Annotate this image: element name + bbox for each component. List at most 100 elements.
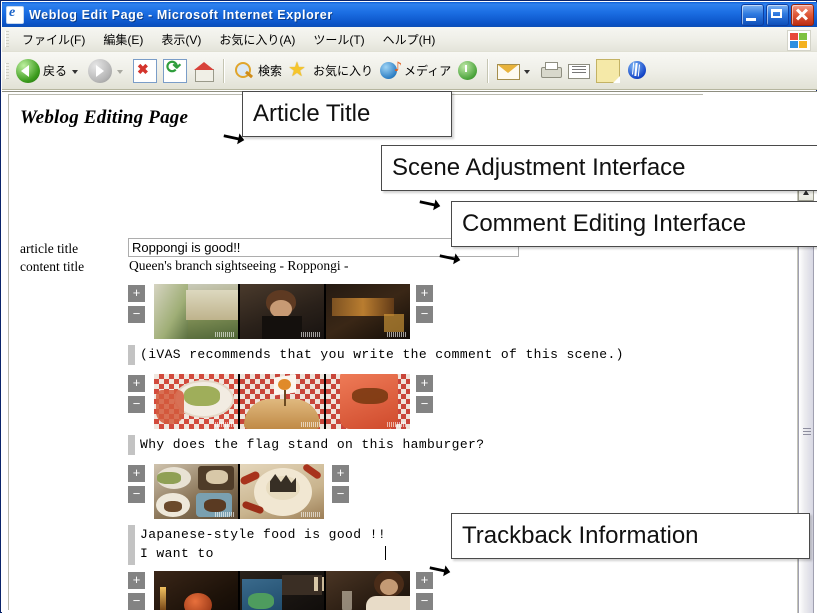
scene-3-plus-left[interactable]: + (128, 465, 145, 482)
frame-noodle-bowl[interactable] (240, 464, 324, 519)
menu-bar: ファイル(F) 編集(E) 表示(V) お気に入り(A) ツール(T) ヘルプ(… (2, 27, 817, 52)
frame-candle-bar[interactable] (154, 571, 240, 610)
scene-1-plus-right[interactable]: + (416, 285, 433, 302)
title-bar: Weblog Edit Page - Microsoft Internet Ex… (2, 2, 817, 27)
menu-tools[interactable]: ツール(T) (304, 28, 373, 51)
print-button[interactable] (540, 60, 563, 82)
close-button[interactable] (791, 4, 814, 26)
frame-screen-shelf[interactable] (240, 571, 326, 610)
chevron-down-icon[interactable] (72, 69, 79, 74)
refresh-icon (163, 57, 188, 83)
scene-1-minus-left[interactable]: − (128, 306, 145, 323)
menu-favorites[interactable]: お気に入り(A) (210, 28, 304, 51)
edit-button[interactable] (568, 60, 591, 82)
comment-bar (128, 525, 135, 565)
menu-file[interactable]: ファイル(F) (13, 28, 94, 51)
scene-3-comment[interactable]: Japanese-style food is good !! I want to (140, 525, 386, 563)
scene-2-filmstrip[interactable] (154, 374, 410, 429)
menu-view[interactable]: 表示(V) (152, 28, 210, 51)
watermark-icon (387, 332, 407, 337)
scene-2-comment[interactable]: Why does the flag stand on this hamburge… (140, 435, 484, 454)
chevron-down-icon-forward[interactable] (117, 69, 124, 74)
scene-4: + − + − (128, 571, 548, 610)
watermark-icon (301, 512, 321, 517)
frame-woman-indoor[interactable] (240, 284, 326, 339)
frame-dark-interior[interactable] (326, 284, 410, 339)
back-button[interactable]: 戻る (16, 58, 82, 83)
note-icon (596, 58, 621, 83)
scene-4-plus-left[interactable]: + (128, 572, 145, 589)
search-icon (233, 60, 255, 82)
forward-icon (88, 58, 113, 83)
frame-plate-checker[interactable] (154, 374, 240, 429)
minimize-button[interactable] (741, 4, 764, 26)
watermark-icon (215, 512, 235, 517)
scene-1-comment[interactable]: (iVAS recommends that you write the comm… (140, 345, 624, 364)
browser-window: Weblog Edit Page - Microsoft Internet Ex… (0, 0, 817, 613)
scene-1-comment-row[interactable]: (iVAS recommends that you write the comm… (128, 345, 624, 365)
scene-2-plus-left[interactable]: + (128, 375, 145, 392)
favorites-star-icon (288, 57, 310, 82)
refresh-button[interactable] (163, 57, 188, 83)
comment-bar (128, 345, 135, 365)
watermark-icon (387, 422, 407, 427)
comment-bar (128, 435, 135, 455)
search-button[interactable]: 検索 (233, 60, 282, 82)
history-button[interactable] (457, 60, 479, 82)
stop-button[interactable] (133, 58, 158, 83)
frame-burger-flag[interactable] (240, 374, 326, 429)
bluetooth-icon (626, 60, 648, 82)
scene-1-filmstrip[interactable] (154, 284, 410, 339)
mail-button[interactable] (497, 60, 534, 82)
label-article-title: article title (20, 241, 79, 256)
window-controls (741, 4, 814, 26)
frame-japanese-dishes[interactable] (154, 464, 240, 519)
scene-3: + − + − (128, 464, 468, 519)
favorites-button[interactable]: お気に入り (288, 57, 373, 82)
watermark-icon (301, 422, 321, 427)
scene-1-plus-left[interactable]: + (128, 285, 145, 302)
scene-4-minus-left[interactable]: − (128, 593, 145, 610)
scene-3-filmstrip[interactable] (154, 464, 324, 519)
scene-4-filmstrip[interactable] (154, 571, 410, 610)
annotation-trackback-info: Trackback Information (451, 513, 810, 559)
frame-cup-checker[interactable] (326, 374, 410, 429)
window-title: Weblog Edit Page - Microsoft Internet Ex… (29, 7, 333, 22)
maximize-button[interactable] (766, 4, 789, 26)
label-content-title: content title (20, 259, 85, 274)
scene-3-comment-row[interactable]: Japanese-style food is good !! I want to (128, 525, 387, 565)
ie-document-icon (6, 5, 24, 24)
scene-1-minus-right[interactable]: − (416, 306, 433, 323)
note-button[interactable] (596, 58, 621, 83)
mail-icon (497, 60, 521, 82)
search-label: 検索 (258, 64, 283, 78)
media-label: メディア (404, 64, 452, 78)
toolbar-grip[interactable] (5, 62, 9, 79)
annotation-article-title: Article Title (242, 91, 452, 137)
scene-3-minus-left[interactable]: − (128, 486, 145, 503)
scene-2-plus-right[interactable]: + (416, 375, 433, 392)
scene-2-minus-right[interactable]: − (416, 396, 433, 413)
watermark-icon (215, 422, 235, 427)
menu-grip[interactable] (5, 31, 9, 47)
page-title: Weblog Editing Page (20, 107, 189, 128)
scene-2-minus-left[interactable]: − (128, 396, 145, 413)
scene-3-plus-right[interactable]: + (332, 465, 349, 482)
windows-logo-icon (787, 30, 811, 51)
chevron-down-icon-mail[interactable] (524, 69, 531, 74)
history-icon (457, 60, 479, 82)
forward-button[interactable] (88, 58, 127, 83)
frame-woman-bar[interactable] (326, 571, 410, 610)
scene-4-minus-right[interactable]: − (416, 593, 433, 610)
bluetooth-button[interactable] (626, 60, 648, 82)
frame-street-green[interactable] (154, 284, 240, 339)
scene-3-minus-right[interactable]: − (332, 486, 349, 503)
media-button[interactable]: メディア (379, 60, 451, 82)
scene-2-comment-row[interactable]: Why does the flag stand on this hamburge… (128, 435, 484, 455)
annotation-trackback-info-label: Trackback Information (462, 522, 699, 549)
home-button[interactable] (193, 60, 215, 82)
menu-edit[interactable]: 編集(E) (94, 28, 152, 51)
toolbar: 戻る 検索 お気に入り メディア (2, 52, 817, 90)
print-icon (540, 60, 563, 82)
menu-help[interactable]: ヘルプ(H) (374, 28, 445, 51)
